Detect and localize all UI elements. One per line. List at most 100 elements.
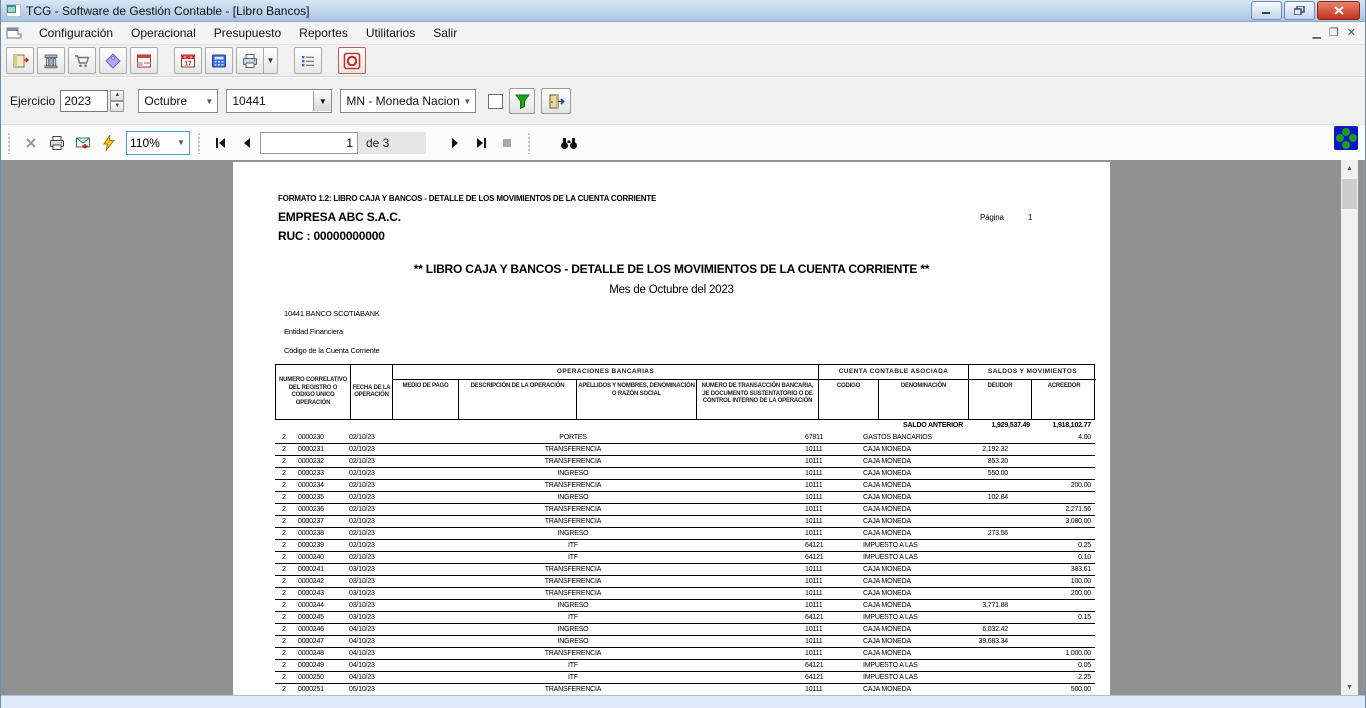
main-toolbar: 17 ▼	[0, 45, 1366, 77]
page-count-label: de 3	[358, 132, 426, 154]
table-row: 20000239 02/10/23 ITF 64121 IMPUESTO A L…	[275, 540, 1095, 552]
header-acreedor: ACREEDOR	[1031, 379, 1096, 419]
tcg-logo-icon	[1334, 126, 1358, 150]
scroll-down-icon[interactable]: ▼	[1341, 679, 1358, 696]
prev-page-button[interactable]	[234, 130, 260, 156]
ejercicio-spinner[interactable]: ▲ ▼	[110, 90, 124, 112]
window-minimize-button[interactable]	[1251, 1, 1282, 20]
table-row: 20000242 03/10/23 TRANSFERENCIA 10111 CA…	[275, 576, 1095, 588]
window-bottom-frame	[0, 695, 1366, 708]
export-button[interactable]	[70, 130, 96, 156]
preview-toolbar: ▼ de 3	[0, 124, 1366, 161]
report-page: FORMATO 1.2: LIBRO CAJA Y BANCOS - DETAL…	[233, 162, 1110, 696]
refresh-button[interactable]	[96, 130, 122, 156]
table-body: SALDO ANTERIOR 1,929,537.49 1,918,102.77…	[275, 420, 1095, 696]
purchases-button[interactable]	[68, 47, 96, 74]
currency-select[interactable]: MN - Moneda Nacional ▼	[340, 89, 476, 113]
toolbar-grip	[197, 132, 201, 154]
report-formato-line: FORMATO 1.2: LIBRO CAJA Y BANCOS - DETAL…	[278, 194, 656, 203]
window-left-frame	[0, 0, 1, 708]
child-close-button[interactable]: ✕	[1347, 28, 1356, 39]
last-page-button[interactable]	[468, 130, 494, 156]
apply-filter-button[interactable]	[509, 88, 535, 114]
menu-salir[interactable]: Salir	[424, 23, 466, 43]
tag-button[interactable]	[99, 47, 127, 74]
table-row: 20000236 02/10/23 TRANSFERENCIA 10111 CA…	[275, 504, 1095, 516]
mdi-child-icon	[6, 26, 22, 40]
menu-configuracion[interactable]: Configuración	[30, 23, 122, 43]
scrollbar-thumb[interactable]	[1342, 179, 1357, 209]
report-subtitle: Mes de Octubre del 2023	[233, 284, 1110, 296]
header-descripcion: DESCRIPCIÓN DE LA OPERACIÓN	[458, 379, 576, 419]
calendar-button[interactable]: 17	[174, 47, 202, 74]
table-row: 20000248 04/10/23 TRANSFERENCIA 10111 CA…	[275, 648, 1095, 660]
print-report-button[interactable]	[44, 130, 70, 156]
header-fecha: FECHA DE LA OPERACIÓN	[350, 365, 392, 419]
child-minimize-button[interactable]: ▁	[1312, 28, 1320, 39]
saldo-anterior-acreedor: 1,918,102.77	[1030, 420, 1095, 432]
account-select[interactable]: 10441 ▼	[226, 89, 332, 113]
calculator-button[interactable]	[205, 47, 233, 74]
first-page-button[interactable]	[208, 130, 234, 156]
zoom-select[interactable]: ▼	[126, 131, 190, 155]
search-button[interactable]	[556, 130, 582, 156]
book-exit-button[interactable]	[6, 47, 34, 74]
filter-checkbox[interactable]	[488, 94, 503, 109]
list-button[interactable]	[294, 47, 322, 74]
window-title: TCG - Software de Gestión Contable - [Li…	[26, 4, 309, 18]
report-ruc: RUC : 00000000000	[278, 229, 385, 243]
table-row: 20000234 02/10/23 TRANSFERENCIA 10111 CA…	[275, 480, 1095, 492]
table-row: 20000232 02/10/23 TRANSFERENCIA 10111 CA…	[275, 456, 1095, 468]
title-bar: TCG - Software de Gestión Contable - [Li…	[0, 0, 1366, 22]
stop-button[interactable]	[494, 130, 520, 156]
saldo-anterior-deudor: 1,929,537.49	[967, 420, 1030, 432]
table-row: 20000243 03/10/23 TRANSFERENCIA 10111 CA…	[275, 588, 1095, 600]
header-correlativo: NUMERO CORRELATIVO DEL REGISTRO O CODIGO…	[276, 365, 350, 419]
bank-button[interactable]	[37, 47, 65, 74]
report-entidad-label: Entidad Financiera	[284, 327, 343, 336]
report-company: EMPRESA ABC S.A.C.	[278, 210, 401, 224]
filter-bar: Ejercicio 2023 ▲ ▼ Octubre ▼ 10441 ▼ MN …	[0, 77, 1366, 125]
report-bank-line: 10441 BANCO SCOTIABANK	[284, 309, 380, 318]
lightning-icon	[102, 135, 116, 151]
child-restore-button[interactable]: ❐	[1329, 28, 1339, 39]
exit-module-button[interactable]	[541, 88, 571, 114]
print-options-dropdown[interactable]: ▼	[264, 47, 278, 74]
report-pagina-value: 1	[1028, 213, 1032, 222]
close-preview-button[interactable]	[18, 130, 44, 156]
spin-up-icon[interactable]: ▲	[110, 90, 124, 101]
table-row: 20000235 02/10/23 INGRESO 10111 CAJA MON…	[275, 492, 1095, 504]
window-close-button[interactable]	[1317, 1, 1360, 20]
form-button[interactable]	[130, 47, 158, 74]
zoom-input[interactable]	[127, 136, 173, 150]
scroll-up-icon[interactable]: ▲	[1341, 160, 1358, 177]
saldo-anterior-label: SALDO ANTERIOR	[275, 420, 967, 432]
chevron-down-icon: ▼	[201, 97, 217, 106]
nav-last-icon	[475, 137, 487, 149]
menu-bar: Configuración Operacional Presupuesto Re…	[0, 22, 1366, 45]
page-number-input[interactable]	[260, 132, 358, 154]
window-restore-button[interactable]	[1284, 1, 1315, 20]
menu-utilitarios[interactable]: Utilitarios	[357, 23, 424, 43]
filter-funnel-icon	[514, 93, 531, 110]
close-icon	[25, 137, 37, 149]
print-button[interactable]	[236, 47, 264, 74]
table-header: NUMERO CORRELATIVO DEL REGISTRO O CODIGO…	[275, 364, 1095, 420]
svg-text:17: 17	[184, 60, 192, 67]
month-select[interactable]: Octubre ▼	[138, 89, 218, 113]
menu-reportes[interactable]: Reportes	[290, 23, 357, 43]
table-row: 20000249 04/10/23 ITF 64121 IMPUESTO A L…	[275, 660, 1095, 672]
menu-presupuesto[interactable]: Presupuesto	[205, 23, 290, 43]
header-deudor: DEUDOR	[968, 379, 1031, 419]
power-exit-button[interactable]	[338, 47, 366, 74]
next-page-button[interactable]	[442, 130, 468, 156]
calculator-icon	[210, 52, 228, 70]
header-denominacion: DENOMINACIÓN	[878, 379, 968, 419]
toolbar-grip	[7, 132, 11, 154]
spin-down-icon[interactable]: ▼	[110, 101, 124, 112]
menu-operacional[interactable]: Operacional	[122, 23, 205, 43]
vertical-scrollbar[interactable]: ▲ ▼	[1341, 160, 1358, 696]
printer-icon	[241, 52, 259, 70]
ejercicio-input[interactable]: 2023	[60, 90, 108, 112]
header-codigo: CODIGO	[818, 379, 878, 419]
